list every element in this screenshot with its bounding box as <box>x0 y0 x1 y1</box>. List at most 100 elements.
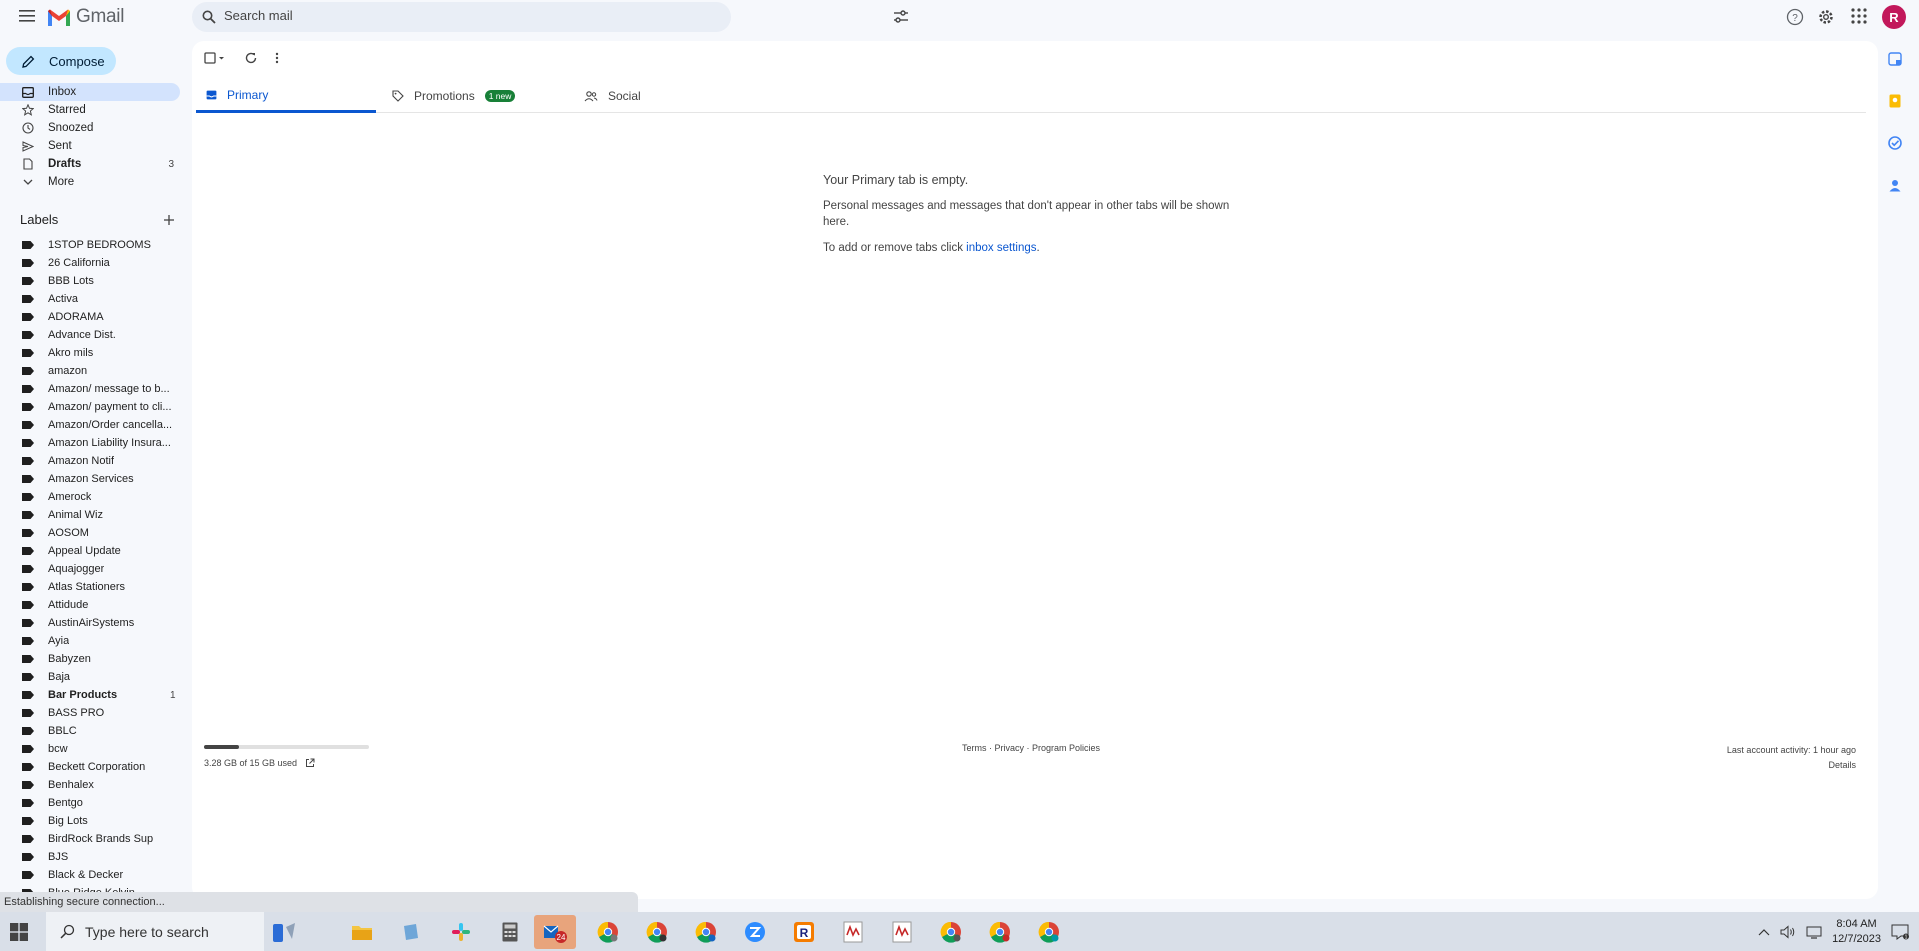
file-explorer-icon[interactable] <box>347 917 377 947</box>
tag-icon <box>392 90 404 102</box>
select-all-checkbox[interactable] <box>204 51 226 65</box>
label-item[interactable]: Ayia <box>0 632 180 650</box>
label-item[interactable]: Amazon/ payment to cli... <box>0 398 180 416</box>
clock-date: 12/7/2023 <box>1832 932 1881 945</box>
label-item[interactable]: BASS PRO <box>0 704 180 722</box>
chrome-profile-c-icon[interactable] <box>593 917 623 947</box>
volume-icon[interactable] <box>1780 924 1796 939</box>
label-item[interactable]: Activa <box>0 290 180 308</box>
people-icon <box>584 90 598 101</box>
label-item[interactable]: Amazon Notif <box>0 452 180 470</box>
calculator-icon[interactable] <box>495 917 525 947</box>
network-icon[interactable] <box>1806 925 1822 939</box>
search-bar[interactable] <box>192 2 908 32</box>
details-link[interactable]: Details <box>1727 758 1856 773</box>
sidebar-item-snoozed[interactable]: Snoozed <box>0 119 180 137</box>
windows-start-icon[interactable] <box>10 923 28 941</box>
label-name: Baja <box>48 671 71 683</box>
inbox-settings-link[interactable]: inbox settings <box>966 242 1036 254</box>
sidebar-item-inbox[interactable]: Inbox <box>0 83 180 101</box>
label-item[interactable]: AOSOM <box>0 524 180 542</box>
taskbar-search-placeholder: Type here to search <box>85 923 209 940</box>
keep-icon[interactable] <box>1886 92 1904 110</box>
search-icon[interactable] <box>202 10 216 24</box>
footer-links[interactable]: Terms · Privacy · Program Policies <box>962 743 1100 753</box>
slack-icon[interactable] <box>446 917 476 947</box>
label-item[interactable]: Advance Dist. <box>0 326 180 344</box>
chrome-profile-person-icon[interactable] <box>642 917 672 947</box>
label-item[interactable]: Animal Wiz <box>0 506 180 524</box>
label-item[interactable]: Bentgo <box>0 794 180 812</box>
tab-primary[interactable]: Primary <box>196 79 376 113</box>
sidebar-item-sent[interactable]: Sent <box>0 137 180 155</box>
label-item[interactable]: Amerock <box>0 488 180 506</box>
chrome-profile-k-icon[interactable] <box>691 917 721 947</box>
calendar-icon[interactable] <box>1886 50 1904 68</box>
tasks-icon[interactable] <box>1886 134 1904 152</box>
account-avatar[interactable]: R <box>1882 5 1906 29</box>
label-item[interactable]: Bar Products 1 <box>0 686 180 704</box>
label-item[interactable]: Benhalex <box>0 776 180 794</box>
label-item[interactable]: amazon <box>0 362 180 380</box>
taskbar-widget-icon[interactable] <box>268 917 302 947</box>
chrome-profile-3-icon[interactable] <box>1034 917 1064 947</box>
label-item[interactable]: BBB Lots <box>0 272 180 290</box>
label-item[interactable]: BirdRock Brands Sup <box>0 830 180 848</box>
document-app-2-icon[interactable] <box>887 917 917 947</box>
contacts-icon[interactable] <box>1886 176 1904 194</box>
label-item[interactable]: Big Lots <box>0 812 180 830</box>
label-item[interactable]: Amazon/Order cancella... <box>0 416 180 434</box>
label-item[interactable]: Amazon/ message to b... <box>0 380 180 398</box>
gmail-logo[interactable]: Gmail <box>47 6 124 28</box>
chrome-profile-c2-icon[interactable] <box>985 917 1015 947</box>
refresh-icon[interactable] <box>244 51 258 65</box>
main-menu-icon[interactable] <box>16 7 38 25</box>
compose-button[interactable]: Compose <box>6 47 116 75</box>
taskbar-clock[interactable]: 8:04 AM 12/7/2023 <box>1832 917 1881 947</box>
label-item[interactable]: 1STOP BEDROOMS <box>0 236 180 254</box>
more-options-icon[interactable] <box>274 51 280 65</box>
category-tabs: Primary Promotions 1 new Social <box>196 79 1866 113</box>
settings-gear-icon[interactable] <box>1817 8 1835 26</box>
label-item[interactable]: Amazon Services <box>0 470 180 488</box>
search-input[interactable] <box>224 8 664 23</box>
apps-grid-icon[interactable] <box>1851 8 1867 24</box>
label-item[interactable]: Akro mils <box>0 344 180 362</box>
sidebar-item-drafts[interactable]: Drafts 3 <box>0 155 180 173</box>
r-app-icon[interactable]: R <box>789 917 819 947</box>
label-item[interactable]: Aquajogger <box>0 560 180 578</box>
label-item[interactable]: AustinAirSystems <box>0 614 180 632</box>
label-tag-icon <box>22 331 34 339</box>
label-tag-icon <box>22 457 34 465</box>
chrome-profile-k2-icon[interactable] <box>936 917 966 947</box>
external-link-icon[interactable] <box>305 758 315 768</box>
mail-app-icon[interactable]: 24 <box>534 915 576 949</box>
label-item[interactable]: Babyzen <box>0 650 180 668</box>
label-item[interactable]: BBLC <box>0 722 180 740</box>
help-icon[interactable]: ? <box>1786 8 1804 26</box>
label-item[interactable]: ADORAMA <box>0 308 180 326</box>
notepad-icon[interactable] <box>396 917 426 947</box>
tab-social[interactable]: Social <box>584 79 641 113</box>
document-app-icon[interactable] <box>838 917 868 947</box>
label-item[interactable]: Attidude <box>0 596 180 614</box>
label-item[interactable]: Black & Decker <box>0 866 180 884</box>
search-options-icon[interactable] <box>893 10 909 24</box>
label-item[interactable]: Beckett Corporation <box>0 758 180 776</box>
label-item[interactable]: bcw <box>0 740 180 758</box>
sidebar-item-more[interactable]: More <box>0 173 180 191</box>
taskbar-search[interactable]: Type here to search <box>46 912 264 951</box>
svg-text:?: ? <box>1792 13 1798 24</box>
label-item[interactable]: Amazon Liability Insura... <box>0 434 180 452</box>
label-item[interactable]: Baja <box>0 668 180 686</box>
notification-icon[interactable]: 1 <box>1891 924 1909 940</box>
add-label-icon[interactable] <box>163 214 175 226</box>
label-item[interactable]: Appeal Update <box>0 542 180 560</box>
label-item[interactable]: BJS <box>0 848 180 866</box>
zoom-icon[interactable] <box>740 917 770 947</box>
label-item[interactable]: Atlas Stationers <box>0 578 180 596</box>
tab-promotions[interactable]: Promotions 1 new <box>392 79 516 113</box>
label-item[interactable]: 26 California <box>0 254 180 272</box>
chevron-up-icon[interactable] <box>1758 928 1770 936</box>
sidebar-item-starred[interactable]: Starred <box>0 101 180 119</box>
